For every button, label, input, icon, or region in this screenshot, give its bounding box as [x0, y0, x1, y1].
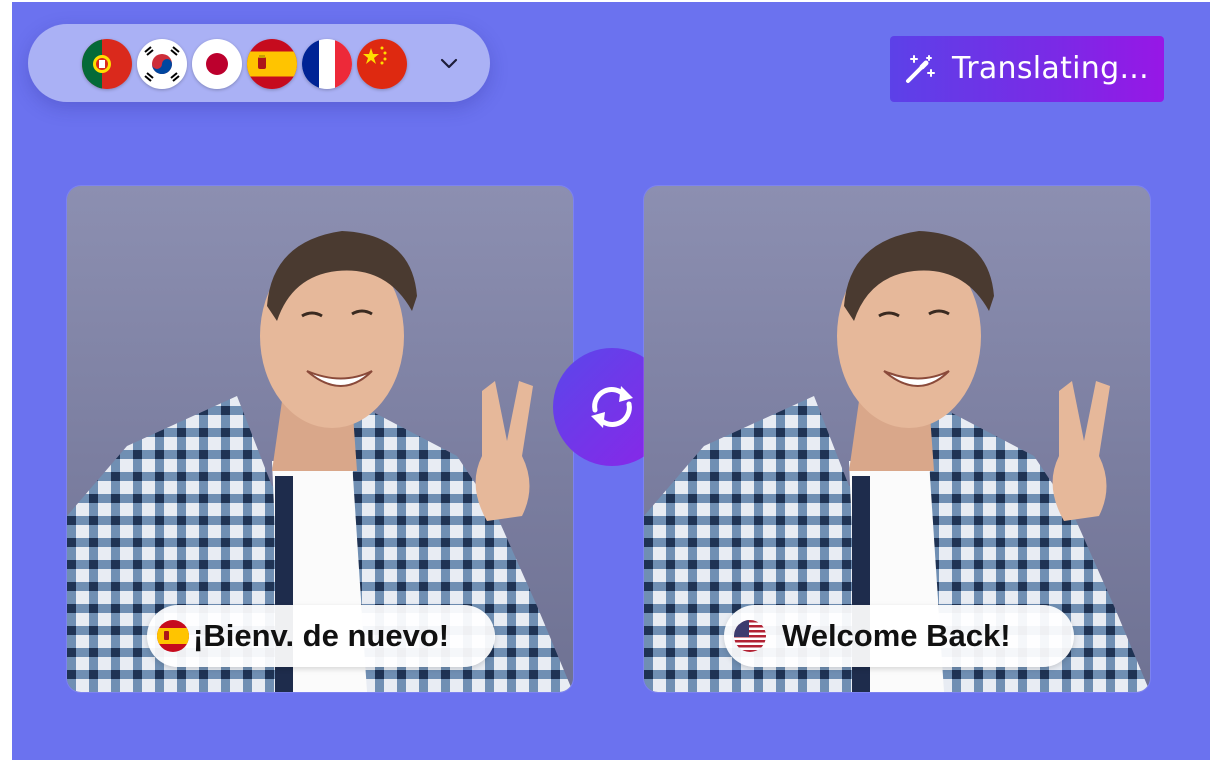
japan-flag-icon[interactable] — [192, 39, 242, 89]
language-selector[interactable] — [28, 24, 490, 102]
usa-flag-icon — [734, 620, 766, 652]
target-caption-text: Welcome Back! — [782, 618, 1011, 653]
magic-wand-icon — [906, 55, 935, 83]
target-image-panel: Welcome Back! — [644, 186, 1150, 692]
chevron-down-icon[interactable] — [436, 50, 462, 76]
south-korea-flag-icon[interactable] — [137, 39, 187, 89]
portugal-flag-icon[interactable] — [82, 39, 132, 89]
swap-arrows-icon — [591, 386, 633, 428]
translating-label: Translating... — [952, 51, 1149, 86]
spain-flag-icon — [157, 620, 189, 652]
target-caption: Welcome Back! — [724, 605, 1074, 667]
spain-flag-icon[interactable] — [247, 39, 297, 89]
france-flag-icon[interactable] — [302, 39, 352, 89]
translating-button[interactable]: Translating... — [890, 36, 1164, 102]
source-image-panel: ¡Bienv. de nuevo! — [67, 186, 573, 692]
translator-canvas: Translating... ¡Bienv. de nuevo! Welcome… — [12, 2, 1210, 760]
source-caption: ¡Bienv. de nuevo! — [147, 605, 495, 667]
china-flag-icon[interactable] — [357, 39, 407, 89]
source-caption-text: ¡Bienv. de nuevo! — [193, 618, 450, 653]
